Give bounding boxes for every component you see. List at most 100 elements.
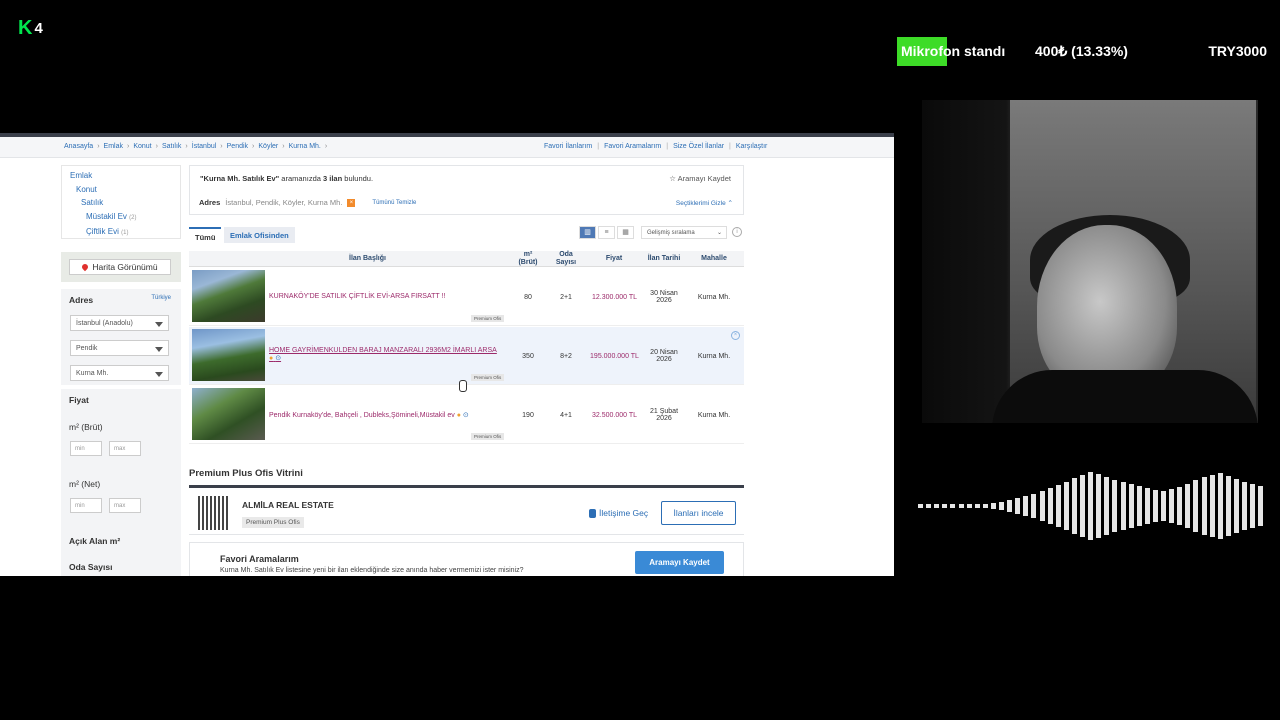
visualizer-bar	[1233, 478, 1239, 533]
map-view-button[interactable]: Harita Görünümü	[69, 259, 171, 275]
rooms-filter-title[interactable]: Oda Sayısı	[69, 562, 112, 572]
breadcrumb-item[interactable]: Satılık	[162, 143, 181, 150]
table-view-icon[interactable]: ▥	[579, 226, 596, 239]
listing-rooms: 2+1	[560, 293, 572, 301]
category-satilik[interactable]: Satılık	[70, 196, 172, 210]
net-area-min[interactable]: min	[70, 498, 102, 513]
address-label: Adres	[199, 198, 221, 207]
visualizer-bar	[1242, 481, 1247, 530]
breadcrumb-item[interactable]: Pendik	[227, 143, 248, 150]
col-price[interactable]: Fiyat	[599, 255, 629, 263]
map-pin-icon	[81, 262, 90, 272]
col-area[interactable]: m² (Brüt)	[514, 251, 542, 267]
table-row[interactable]: KURNAKÖY'DE SATILIK ÇİFTLİK EVİ-ARSA FIR…	[189, 268, 744, 326]
breadcrumb-item[interactable]: Anasayfa	[64, 143, 93, 150]
city-select[interactable]: İstanbul (Anadolu)	[70, 315, 169, 331]
visualizer-bar	[1120, 481, 1126, 530]
visualizer-bar	[1128, 483, 1134, 528]
save-search-button[interactable]: Aramayı Kaydet	[635, 551, 724, 574]
chevron-down-icon	[155, 347, 163, 352]
logo-number: 4	[34, 20, 43, 37]
category-ciftlik-evi[interactable]: Çiftlik Evi (1)	[70, 225, 172, 241]
breadcrumb-item[interactable]: İstanbul	[192, 143, 217, 150]
special-listings-link[interactable]: Size Özel İlanlar	[673, 143, 724, 150]
listing-district: Kurna Mh.	[697, 293, 731, 301]
address-country-link[interactable]: Türkiye	[151, 295, 171, 301]
office-badge: Premium Plus Ofis	[242, 517, 304, 528]
table-row[interactable]: Pendik Kurnaköy'de, Bahçeli , Dubleks,Şö…	[189, 386, 744, 444]
tab-office[interactable]: Emlak Ofisinden	[224, 227, 295, 243]
gross-area-min[interactable]: min	[70, 441, 102, 456]
chevron-down-icon: ⌄	[716, 230, 722, 236]
clear-all-link[interactable]: Tümünü Temizle	[372, 200, 416, 206]
office-showcase-heading: Premium Plus Ofis Vitrini	[189, 468, 303, 479]
visualizer-bar	[1250, 483, 1256, 528]
sort-select[interactable]: Gelişmiş sıralama ⌄	[641, 226, 727, 239]
audio-visualizer	[918, 468, 1268, 543]
web-page: Anasayfa › Emlak › Konut › Satılık › İstanbu…	[0, 133, 894, 576]
net-area-max[interactable]: max	[109, 498, 141, 513]
col-title[interactable]: İlan Başlığı	[349, 255, 386, 263]
col-district[interactable]: Mahalle	[696, 255, 732, 263]
net-area-title: m² (Net)	[69, 479, 101, 489]
visualizer-bar	[1144, 487, 1150, 524]
save-search-link[interactable]: ☆ Aramayı Kaydet	[669, 174, 731, 183]
breadcrumb-item[interactable]: Kurna Mh.	[289, 143, 321, 150]
gross-area-max[interactable]: max	[109, 441, 141, 456]
col-date[interactable]: İlan Tarihi	[644, 255, 684, 263]
breadcrumb-item[interactable]: Konut	[133, 143, 151, 150]
office-name[interactable]: ALMİLA REAL ESTATE	[242, 500, 334, 510]
listing-price: 32.500.000 TL	[591, 411, 638, 419]
visualizer-bar	[1258, 485, 1264, 526]
view-listings-button[interactable]: İlanları incele	[661, 501, 736, 525]
address-filter: Adres Türkiye İstanbul (Anadolu) Pendik …	[61, 289, 181, 385]
listing-thumbnail[interactable]	[192, 388, 265, 440]
breadcrumb-bar: Anasayfa › Emlak › Konut › Satılık › İstanbu…	[0, 137, 894, 158]
listing-rooms: 8+2	[560, 352, 572, 360]
close-icon[interactable]: ×	[731, 331, 740, 340]
visualizer-bar	[1047, 487, 1053, 524]
net-area-range: min max	[70, 498, 141, 513]
category-emlak[interactable]: Emlak	[70, 169, 172, 183]
compare-link[interactable]: Karşılaştır	[736, 143, 768, 150]
chevron-down-icon	[155, 372, 163, 377]
listing-title[interactable]: KURNAKÖY'DE SATILIK ÇİFTLİK EVİ-ARSA FIR…	[269, 293, 509, 300]
remove-filter-icon[interactable]: ×	[347, 198, 356, 207]
category-mustakil-ev[interactable]: Müstakil Ev (2)	[70, 210, 172, 226]
office-logo[interactable]	[198, 496, 228, 530]
info-icon[interactable]: i	[732, 227, 742, 237]
list-view-icon[interactable]: ≡	[598, 226, 615, 239]
visualizer-bar	[1136, 485, 1142, 526]
breadcrumb-item[interactable]: Köyler	[258, 143, 278, 150]
active-address-filter: Adres İstanbul, Pendik, Köyler, Kurna Mh…	[199, 198, 416, 207]
col-rooms[interactable]: Oda Sayısı	[551, 251, 581, 267]
listing-thumbnail[interactable]	[192, 329, 265, 381]
price-filter-title[interactable]: Fiyat	[69, 395, 89, 405]
numeric-filters: Fiyat m² (Brüt) min max m² (Net) min max…	[61, 389, 181, 576]
visualizer-bar	[1055, 484, 1061, 527]
favorite-searches-link[interactable]: Favori Aramalarım	[604, 143, 661, 150]
listing-title[interactable]: Pendik Kurnaköy'de, Bahçeli , Dubleks,Şö…	[269, 411, 509, 419]
favorite-listings-link[interactable]: Favori İlanlarım	[544, 143, 592, 150]
visualizer-bar	[1023, 495, 1029, 516]
breadcrumb-item[interactable]: Emlak	[104, 143, 123, 150]
stream-frame: K 4 Mikrofon standı 400₺ (13.33%) TRY300…	[0, 0, 1280, 720]
breadcrumb: Anasayfa › Emlak › Konut › Satılık › İstanbu…	[64, 143, 328, 150]
visualizer-bar	[1193, 479, 1199, 532]
listing-title[interactable]: HOME GAYRİMENKULDEN BARAJ MANZARALI 2936…	[269, 347, 509, 362]
hide-selected-link[interactable]: Seçtiklerimi Gizle ⌃	[676, 199, 733, 207]
mouse-cursor	[459, 380, 467, 392]
neighborhood-select[interactable]: Kurna Mh.	[70, 365, 169, 381]
district-select[interactable]: Pendik	[70, 340, 169, 356]
table-row[interactable]: HOME GAYRİMENKULDEN BARAJ MANZARALI 2936…	[189, 327, 744, 385]
visualizer-bar	[1015, 497, 1021, 514]
tab-all[interactable]: Tümü	[189, 227, 222, 243]
visualizer-bar	[1152, 489, 1158, 522]
open-area-filter-title[interactable]: Açık Alan m²	[69, 536, 120, 546]
category-konut[interactable]: Konut	[70, 183, 172, 197]
listing-thumbnail[interactable]	[192, 270, 265, 322]
listing-date: 21 Şubat 2026	[649, 408, 679, 422]
contact-button[interactable]: İletişime Geç	[589, 508, 648, 518]
grid-view-icon[interactable]: ▦	[617, 226, 634, 239]
visualizer-bar	[1112, 479, 1118, 532]
